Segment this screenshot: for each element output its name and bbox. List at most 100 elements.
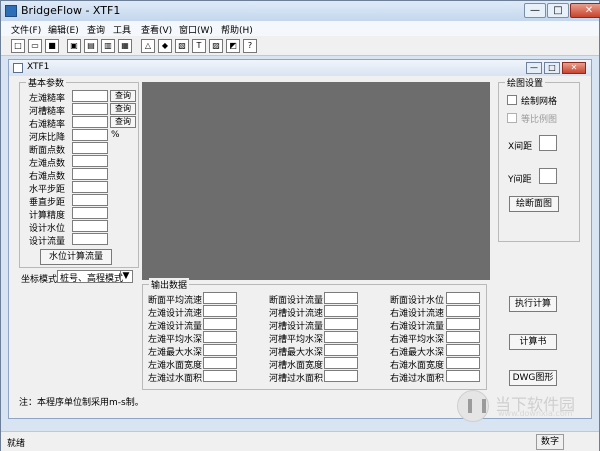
maximize-button[interactable]: □ [547, 3, 569, 18]
bed-slope-input[interactable] [72, 129, 108, 141]
menu-window[interactable]: 窗口(W) [179, 23, 213, 36]
execute-button[interactable]: 执行计算 [509, 296, 557, 312]
channel-roughness-input[interactable] [72, 103, 108, 115]
tool-2-icon[interactable]: ▤ [84, 39, 98, 53]
new-icon[interactable]: □ [11, 39, 25, 53]
menu-file[interactable]: 文件(F) [11, 23, 41, 36]
menu-view[interactable]: 查看(V) [141, 23, 172, 36]
draw-section-button[interactable]: 绘断面图 [509, 196, 559, 212]
label-section-points: 断面点数 [29, 146, 66, 156]
output-value [446, 344, 480, 356]
vertical-step-input[interactable] [72, 194, 108, 206]
output-label: 左滩最大水深 [148, 348, 203, 358]
plot-settings-title: 绘图设置 [505, 76, 546, 89]
left-points-input[interactable] [72, 155, 108, 167]
design-water-level-input[interactable] [72, 220, 108, 232]
help-icon[interactable]: ? [243, 39, 257, 53]
dwg-button[interactable]: DWG图形 [509, 370, 557, 386]
output-value [324, 344, 358, 356]
tool-7-icon[interactable]: ▧ [175, 39, 189, 53]
basic-params-group: 基本参数 左滩糙率 查询 河槽糙率 查询 右滩糙率 查询 河床比降 % 断面点数… [19, 76, 139, 268]
close-button[interactable]: ✕ [570, 3, 600, 18]
tool-3-icon[interactable]: ▥ [101, 39, 115, 53]
menu-tools[interactable]: 工具 [113, 23, 131, 36]
precision-input[interactable] [72, 207, 108, 219]
percent-label: % [111, 130, 120, 140]
section-drawing-area[interactable] [142, 82, 490, 280]
open-icon[interactable]: ▭ [28, 39, 42, 53]
output-label: 右滩过水面积 [390, 374, 445, 384]
design-flow-input[interactable] [72, 233, 108, 245]
save-icon[interactable]: ■ [45, 39, 59, 53]
chevron-down-icon[interactable]: ▼ [120, 271, 131, 282]
report-button[interactable]: 计算书 [509, 334, 557, 350]
status-text: 就绪 [7, 439, 26, 449]
document-icon [13, 63, 23, 73]
output-value [203, 292, 237, 304]
watermark-url: www.downxia.com [498, 409, 573, 418]
draw-grid-checkbox[interactable] [507, 95, 517, 105]
output-value [324, 357, 358, 369]
horizontal-step-input[interactable] [72, 181, 108, 193]
query-channel-button[interactable]: 查询 [110, 103, 136, 115]
right-points-input[interactable] [72, 168, 108, 180]
tool-10-icon[interactable]: ◩ [226, 39, 240, 53]
basic-params-title: 基本参数 [26, 76, 67, 89]
tool-5-icon[interactable]: △ [141, 39, 155, 53]
y-spacing-label: Y间距 [508, 175, 532, 185]
output-label: 河槽平均水深 [269, 335, 324, 345]
output-value [446, 370, 480, 382]
label-horizontal-step: 水平步距 [29, 185, 66, 195]
label-channel-roughness: 河槽糙率 [29, 107, 66, 117]
label-design-water-level: 设计水位 [29, 224, 66, 234]
equal-scale-checkbox[interactable] [507, 113, 517, 123]
menu-help[interactable]: 帮助(H) [221, 23, 253, 36]
output-value [203, 357, 237, 369]
right-roughness-input[interactable] [72, 116, 108, 128]
tool-6-icon[interactable]: ◆ [158, 39, 172, 53]
x-spacing-input[interactable] [539, 135, 557, 151]
menu-bar: 文件(F) 编辑(E) 查询 工具 查看(V) 窗口(W) 帮助(H) [1, 21, 599, 36]
output-label: 断面平均流速 [148, 296, 203, 306]
output-label: 河槽设计流量 [269, 322, 324, 332]
document-titlebar[interactable]: XTF1 — □ ✕ [9, 60, 591, 76]
doc-close-button[interactable]: ✕ [562, 62, 586, 74]
tool-9-icon[interactable]: ▨ [209, 39, 223, 53]
label-bed-slope: 河床比降 [29, 133, 66, 143]
coord-mode-label: 坐标模式 [21, 275, 58, 285]
output-label: 右滩最大水深 [390, 348, 445, 358]
output-label: 河槽水面宽度 [269, 361, 324, 371]
document-window: XTF1 — □ ✕ 基本参数 左滩糙率 查询 河槽糙率 查询 右滩糙率 查询 … [8, 59, 592, 419]
section-points-input[interactable] [72, 142, 108, 154]
minimize-button[interactable]: — [524, 3, 546, 18]
tool-8-icon[interactable]: T [192, 39, 206, 53]
tool-1-icon[interactable]: ▣ [67, 39, 81, 53]
output-value [446, 357, 480, 369]
coord-mode-select[interactable]: 桩号、高程模式 ▼ [57, 270, 133, 284]
unit-note: 注：本程序单位制采用m-s制。 [19, 398, 144, 408]
doc-minimize-button[interactable]: — [526, 62, 542, 74]
query-left-button[interactable]: 查询 [110, 90, 136, 102]
tool-4-icon[interactable]: ▦ [118, 39, 132, 53]
calculate-flow-button[interactable]: 水位计算流量 [40, 249, 112, 265]
left-roughness-input[interactable] [72, 90, 108, 102]
output-value [446, 305, 480, 317]
output-value [203, 318, 237, 330]
plot-settings-group: 绘图设置 绘制网格 等比例图 X间距 Y间距 绘断面图 [498, 76, 580, 242]
output-label: 左滩平均水深 [148, 335, 203, 345]
output-value [203, 305, 237, 317]
label-precision: 计算精度 [29, 211, 66, 221]
output-value [446, 292, 480, 304]
doc-maximize-button[interactable]: □ [544, 62, 560, 74]
output-label: 河槽设计流速 [269, 309, 324, 319]
app-icon [5, 5, 17, 17]
output-value [203, 331, 237, 343]
window-titlebar[interactable]: BridgeFlow - XTF1 — □ ✕ [1, 1, 600, 21]
downxia-logo-icon [457, 390, 489, 422]
output-label: 右滩设计流速 [390, 309, 445, 319]
menu-query[interactable]: 查询 [87, 23, 105, 36]
y-spacing-input[interactable] [539, 168, 557, 184]
query-right-button[interactable]: 查询 [110, 116, 136, 128]
output-value [446, 318, 480, 330]
menu-edit[interactable]: 编辑(E) [48, 23, 79, 36]
